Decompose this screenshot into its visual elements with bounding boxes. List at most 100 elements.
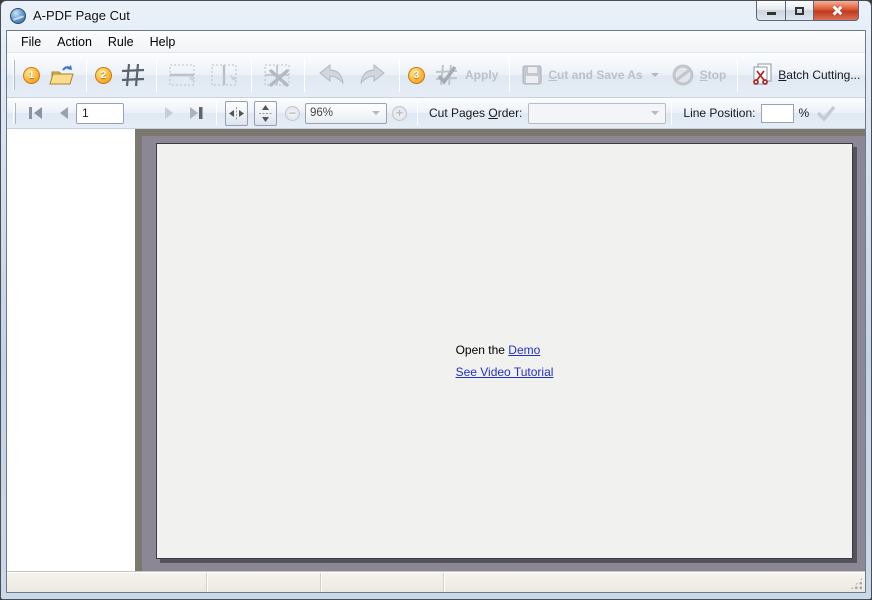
- toolbar-separator: [737, 58, 738, 92]
- cut-pages-order-label: Cut Pages Order:: [429, 106, 522, 120]
- menu-file[interactable]: File: [13, 33, 49, 51]
- cut-and-save-as-label: Cut and Save As: [548, 68, 642, 82]
- toolbar-separator: [399, 58, 400, 92]
- caption-buttons: [756, 1, 859, 21]
- minimize-button[interactable]: [756, 1, 785, 21]
- last-page-button[interactable]: [182, 103, 211, 123]
- stop-icon: [671, 63, 695, 87]
- plus-icon: +: [396, 107, 403, 119]
- first-page-button[interactable]: [21, 103, 50, 123]
- toolbar-separator: [417, 101, 418, 124]
- undo-icon: [316, 64, 346, 86]
- toolbar-separator: [216, 101, 217, 124]
- batch-cutting-label: Batch Cutting...: [778, 68, 860, 82]
- batch-cutting-button[interactable]: Batch Cutting...: [743, 60, 866, 90]
- redo-icon: [358, 64, 388, 86]
- cut-save-dropdown-icon: [651, 73, 659, 77]
- delete-line-button[interactable]: [257, 60, 299, 90]
- add-vertical-line-icon: [210, 63, 240, 87]
- toolbar-separator: [156, 58, 157, 92]
- step3-badge: 3: [408, 67, 425, 84]
- cut-pages-order-combo[interactable]: [528, 103, 666, 124]
- fit-width-icon: [229, 107, 244, 120]
- toolbar-separator: [86, 58, 87, 92]
- minus-icon: −: [289, 107, 296, 119]
- apply-grid-check-icon: [434, 63, 460, 87]
- step1-badge: 1: [23, 67, 40, 84]
- toolbar-separator: [509, 58, 510, 92]
- fit-height-icon: [259, 105, 272, 122]
- grid-icon: [121, 63, 145, 87]
- fit-height-button[interactable]: [254, 101, 277, 126]
- apply-label: Apply: [465, 68, 498, 82]
- app-icon: [10, 8, 26, 24]
- menu-help[interactable]: Help: [142, 33, 184, 51]
- open-the-text: Open the: [456, 343, 505, 357]
- page-number-input[interactable]: [76, 103, 124, 124]
- app-window: A-PDF Page Cut File Action Rule Help 1: [0, 0, 872, 600]
- menu-rule[interactable]: Rule: [100, 33, 142, 51]
- close-icon: [831, 5, 842, 16]
- chevron-down-icon: [372, 111, 380, 115]
- toolbar-grip[interactable]: [13, 103, 16, 124]
- pdf-page-canvas[interactable]: Open the Demo See Video Tutorial: [156, 143, 853, 559]
- zoom-out-button[interactable]: −: [285, 106, 300, 121]
- maximize-icon: [795, 7, 804, 15]
- toolbar-separator: [671, 101, 672, 124]
- maximize-button[interactable]: [785, 1, 814, 21]
- add-horizontal-line-icon: [168, 63, 198, 87]
- status-panel-2: [207, 573, 321, 592]
- preview-area[interactable]: Open the Demo See Video Tutorial: [135, 129, 865, 572]
- toolbar-grip[interactable]: [13, 60, 15, 91]
- add-cut-lines-button[interactable]: [115, 60, 151, 90]
- batch-cutting-icon: [749, 63, 773, 87]
- minimize-icon: [767, 12, 776, 15]
- status-bar: [7, 572, 865, 592]
- open-pdf-button[interactable]: [43, 61, 81, 89]
- demo-link[interactable]: Demo: [508, 343, 540, 357]
- navigation-toolbar: − 96% + Cut Pages Order: Line Position: …: [7, 98, 865, 129]
- redo-button[interactable]: [352, 61, 394, 89]
- main-area: Open the Demo See Video Tutorial: [7, 129, 865, 572]
- client-area: File Action Rule Help 1 2: [6, 30, 866, 593]
- percent-label: %: [798, 106, 809, 120]
- main-toolbar: 1 2: [7, 53, 865, 98]
- toolbar-separator: [304, 58, 305, 92]
- cut-and-save-as-button[interactable]: Cut and Save As: [515, 61, 664, 89]
- title-bar[interactable]: A-PDF Page Cut: [1, 1, 871, 30]
- open-folder-icon: [49, 64, 75, 86]
- next-page-button[interactable]: [156, 103, 182, 123]
- next-page-icon: [162, 106, 176, 120]
- thumbnail-panel[interactable]: [7, 129, 135, 572]
- toolbar-separator: [251, 58, 252, 92]
- zoom-in-button[interactable]: +: [392, 106, 407, 121]
- status-panel-1: [7, 573, 207, 592]
- fit-width-button[interactable]: [225, 101, 248, 126]
- first-page-icon: [27, 106, 44, 120]
- menu-action[interactable]: Action: [49, 33, 100, 51]
- line-position-label: Line Position:: [683, 106, 755, 120]
- previous-page-icon: [56, 106, 70, 120]
- confirm-check-icon[interactable]: [815, 105, 837, 121]
- welcome-links: Open the Demo See Video Tutorial: [456, 343, 554, 387]
- line-position-input[interactable]: [761, 104, 794, 123]
- delete-line-icon: [263, 63, 293, 87]
- previous-page-button[interactable]: [50, 103, 76, 123]
- zoom-level-value: 96%: [310, 107, 333, 119]
- stop-button[interactable]: Stop: [665, 60, 733, 90]
- apply-button[interactable]: Apply: [428, 60, 504, 90]
- video-tutorial-link[interactable]: See Video Tutorial: [456, 365, 554, 379]
- menu-bar: File Action Rule Help: [7, 31, 865, 53]
- stop-label: Stop: [700, 68, 727, 82]
- undo-button[interactable]: [310, 61, 352, 89]
- status-panel-3: [321, 573, 444, 592]
- last-page-icon: [188, 106, 205, 120]
- status-panel-4: [444, 573, 865, 592]
- add-vertical-line-button[interactable]: [204, 60, 246, 90]
- zoom-level-combo[interactable]: 96%: [305, 103, 387, 124]
- close-button[interactable]: [814, 1, 859, 21]
- window-title: A-PDF Page Cut: [33, 8, 130, 23]
- save-floppy-icon: [521, 64, 543, 86]
- add-horizontal-line-button[interactable]: [162, 60, 204, 90]
- step2-badge: 2: [95, 67, 112, 84]
